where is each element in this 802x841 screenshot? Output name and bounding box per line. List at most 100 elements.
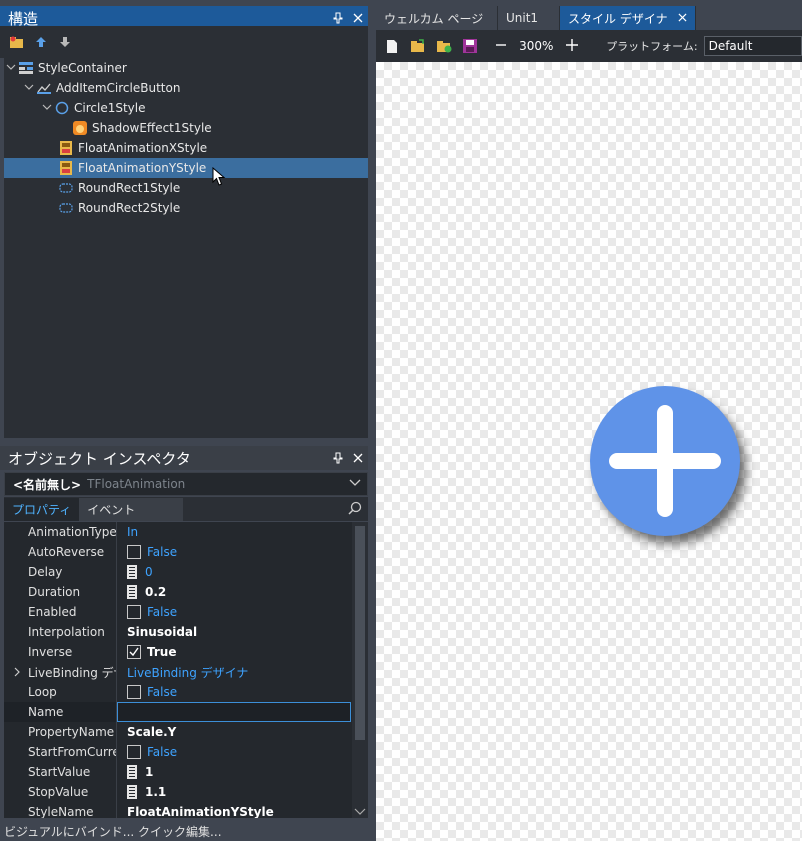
tree-item[interactable]: FloatAnimationXStyle <box>4 138 368 158</box>
property-value[interactable]: Sinusoidal <box>117 625 350 639</box>
checkbox[interactable] <box>127 545 141 559</box>
arrow-down-icon[interactable] <box>56 33 74 51</box>
tab-style-designer[interactable]: スタイル デザイナ <box>560 6 696 30</box>
tab-welcome-page[interactable]: ウェルカム ページ <box>376 6 498 30</box>
platform-select[interactable]: Default <box>703 36 802 56</box>
tree-item-label: StyleContainer <box>38 61 127 75</box>
inspector-status-links[interactable]: ビジュアルにバインド... クイック編集... <box>0 822 370 841</box>
property-row-name[interactable]: Name <box>4 702 351 722</box>
close-icon[interactable] <box>678 11 687 25</box>
ellipsis-icon[interactable] <box>127 765 137 779</box>
property-value-cell[interactable]: 1 <box>117 765 350 779</box>
property-row[interactable]: PropertyName Scale.Y <box>4 722 350 742</box>
left-dock: 構造 StyleContainer AddItemCircleButton Ci… <box>0 0 370 841</box>
tab-events[interactable]: イベント <box>79 498 184 521</box>
property-row[interactable]: AutoReverse False <box>4 542 350 562</box>
property-name: AutoReverse <box>28 545 105 559</box>
property-row[interactable]: Duration 0.2 <box>4 582 350 602</box>
property-value: 1.1 <box>145 785 167 799</box>
property-name: Inverse <box>28 645 73 659</box>
checkbox[interactable] <box>127 685 141 699</box>
property-value[interactable]: Scale.Y <box>117 725 350 739</box>
chevron-down-icon[interactable] <box>349 476 361 491</box>
tab-unit1[interactable]: Unit1 <box>498 6 560 30</box>
minus-icon <box>496 44 507 46</box>
vertical-scrollbar[interactable] <box>352 522 368 818</box>
tree-item[interactable]: Circle1Style <box>4 98 368 118</box>
tree-item[interactable]: StyleContainer <box>4 58 368 78</box>
property-value-cell[interactable]: False <box>117 605 350 619</box>
property-row[interactable]: Inverse True <box>4 642 350 662</box>
property-row[interactable]: LiveBinding デザ LiveBinding デザイナ <box>4 662 350 682</box>
tree-item[interactable]: RoundRect1Style <box>4 178 368 198</box>
tree-item-label: RoundRect1Style <box>78 181 181 195</box>
property-value-cell[interactable]: 0 <box>117 565 350 579</box>
tab-properties[interactable]: プロパティ <box>4 498 80 521</box>
chevron-down-icon[interactable] <box>40 102 54 115</box>
plus-small-icon <box>566 39 579 51</box>
property-row[interactable]: AnimationType In <box>4 522 350 542</box>
property-value: False <box>147 605 178 619</box>
checkbox[interactable] <box>127 605 141 619</box>
object-type: TFloatAnimation <box>87 477 186 491</box>
close-icon[interactable] <box>348 448 368 468</box>
tree-item[interactable]: ShadowEffect1Style <box>4 118 368 138</box>
property-value-cell[interactable]: True <box>117 645 350 659</box>
property-row[interactable]: Loop False <box>4 682 350 702</box>
shadow-effect-icon <box>72 121 88 135</box>
zoom-out-button[interactable] <box>493 38 509 54</box>
property-value-cell[interactable]: 1.1 <box>117 785 350 799</box>
property-name: StopValue <box>28 785 89 799</box>
name-input[interactable] <box>117 702 351 722</box>
check-icon <box>129 647 139 657</box>
ellipsis-icon[interactable] <box>127 785 137 799</box>
property-row[interactable]: Interpolation Sinusoidal <box>4 622 350 642</box>
chevron-down-icon[interactable] <box>354 806 366 816</box>
property-row[interactable]: StartValue 1 <box>4 762 350 782</box>
folder-star-icon[interactable] <box>8 33 26 51</box>
property-value-cell[interactable]: False <box>117 685 350 699</box>
ellipsis-icon[interactable] <box>127 585 137 599</box>
arrow-up-icon[interactable] <box>32 33 50 51</box>
zoom-in-button[interactable] <box>564 37 580 55</box>
add-folder-icon[interactable] <box>436 37 452 55</box>
inspector-panel-title: オブジェクト インスペクタ <box>8 449 191 468</box>
property-row[interactable]: StopValue 1.1 <box>4 782 350 802</box>
close-icon[interactable] <box>348 8 368 28</box>
ellipsis-icon[interactable] <box>127 565 137 579</box>
tree-item-label: ShadowEffect1Style <box>92 121 212 135</box>
property-grid: AnimationType In AutoReverse False Delay… <box>4 522 368 818</box>
pin-icon[interactable] <box>328 448 348 468</box>
design-canvas[interactable] <box>376 62 802 841</box>
property-value[interactable]: In <box>117 525 350 539</box>
save-icon[interactable] <box>462 37 478 55</box>
checkbox[interactable] <box>127 745 141 759</box>
open-folder-icon[interactable] <box>410 37 426 55</box>
document-tabs: ウェルカム ページ Unit1 スタイル デザイナ <box>376 6 802 30</box>
tree-item-label: Circle1Style <box>74 101 146 115</box>
property-value[interactable]: LiveBinding デザイナ <box>117 664 350 681</box>
tree-item[interactable]: RoundRect2Style <box>4 198 368 218</box>
chevron-down-icon[interactable] <box>4 62 18 75</box>
chevron-down-icon[interactable] <box>22 82 36 95</box>
object-selector[interactable]: <名前無し> TFloatAnimation <box>4 472 368 496</box>
scrollbar-thumb[interactable] <box>355 526 365 740</box>
tree-item-selected[interactable]: FloatAnimationYStyle <box>4 158 368 178</box>
property-row[interactable]: StartFromCurren False <box>4 742 350 762</box>
property-value: 0 <box>145 565 153 579</box>
search-icon[interactable] <box>348 501 362 515</box>
property-value[interactable]: FloatAnimationYStyle <box>117 805 350 818</box>
checkbox-checked[interactable] <box>127 645 141 659</box>
new-file-icon[interactable] <box>384 37 400 55</box>
add-item-circle-button[interactable] <box>590 386 740 536</box>
tree-item[interactable]: AddItemCircleButton <box>4 78 368 98</box>
property-row[interactable]: Enabled False <box>4 602 350 622</box>
property-value-cell[interactable]: False <box>117 745 350 759</box>
property-value: True <box>147 645 177 659</box>
property-row[interactable]: StyleName FloatAnimationYStyle <box>4 802 350 818</box>
chevron-right-icon[interactable] <box>12 667 22 677</box>
property-row[interactable]: Delay 0 <box>4 562 350 582</box>
property-value-cell[interactable]: 0.2 <box>117 585 350 599</box>
pin-icon[interactable] <box>328 8 348 28</box>
property-value-cell[interactable]: False <box>117 545 350 559</box>
